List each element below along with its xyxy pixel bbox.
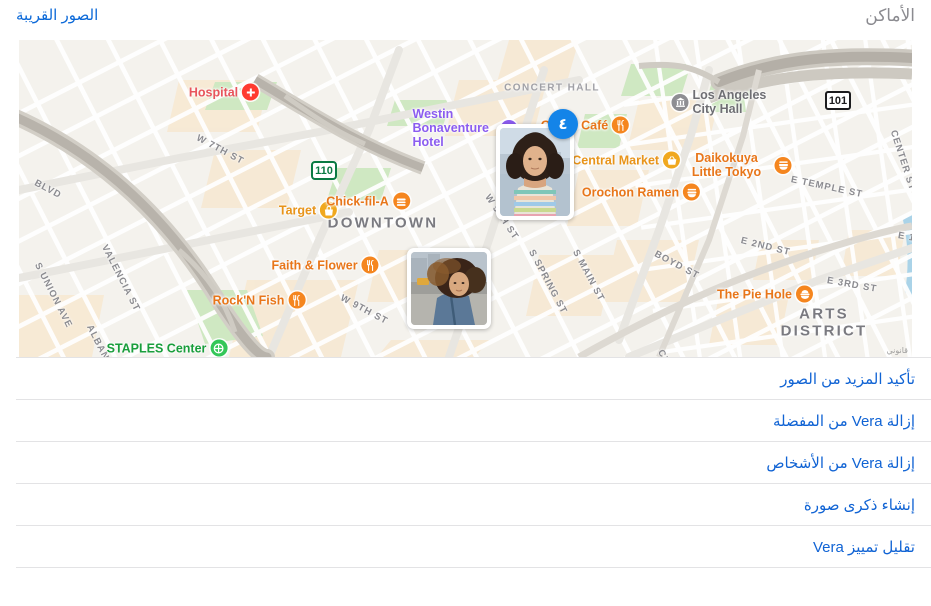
highway-shield-110: 110	[311, 161, 337, 180]
highway-shield-label: 101	[828, 94, 848, 107]
poi-label: Rock'N Fish	[212, 293, 285, 307]
action-label: تقليل تمييز Vera	[813, 538, 915, 556]
action-label: إزالة Vera من المفضلة	[772, 412, 915, 430]
area-label: CONCERT HALL	[504, 83, 600, 94]
poi-label: STAPLES Center	[106, 341, 207, 355]
stadium-icon	[210, 339, 228, 357]
photo-thumbnail-denim-jacket[interactable]	[407, 248, 491, 329]
poi-label: The Pie Hole	[716, 287, 793, 301]
poi-label: Daikokuya Little Tokyo	[691, 151, 762, 179]
poi-orochon-ramen[interactable]: Orochon Ramen	[581, 183, 701, 201]
poi-label: Faith & Flower	[271, 258, 358, 272]
fork-knife-icon	[612, 116, 630, 134]
action-row-remove-from-favorites[interactable]: إزالة Vera من المفضلة	[0, 400, 931, 441]
fork-knife-icon	[288, 291, 306, 309]
fork-knife-icon	[361, 256, 379, 274]
header: الأماكن الصور القريبة	[0, 0, 931, 40]
poi-label: Westin Bonaventure Hotel	[412, 107, 489, 149]
ramen-icon	[683, 183, 701, 201]
poi-los-angeles-city-hall[interactable]: Los Angeles City Hall	[671, 88, 775, 116]
action-list: تأكيد المزيد من الصور إزالة Vera من المفض…	[0, 357, 931, 568]
pie-icon	[796, 285, 814, 303]
highway-shield-label: 110	[315, 164, 333, 177]
photo-image	[500, 128, 570, 216]
sandwich-icon	[392, 192, 410, 210]
action-label: إنشاء ذكرى صورة	[803, 496, 915, 514]
action-row-create-photo-memory[interactable]: إنشاء ذكرى صورة	[0, 484, 931, 525]
poi-label: Chick-fil-A	[326, 194, 389, 208]
highway-shield-101: 101	[825, 91, 851, 110]
poi-faith-flower[interactable]: Faith & Flower	[271, 256, 379, 274]
map-attribution[interactable]: قانوني	[886, 346, 908, 355]
action-label: إزالة Vera من الأشخاص	[766, 454, 915, 472]
area-label-line: ARTS	[799, 305, 849, 323]
poi-daikokuya-little-tokyo[interactable]: Daikokuya Little Tokyo	[683, 151, 792, 179]
area-label-line: DISTRICT	[780, 322, 868, 339]
action-row-remove-from-people[interactable]: إزالة Vera من الأشخاص	[0, 442, 931, 483]
poi-the-pie-hole[interactable]: The Pie Hole	[716, 285, 814, 303]
poi-label: Los Angeles City Hall	[692, 88, 767, 116]
poi-rock-n-fish[interactable]: Rock'N Fish	[212, 291, 306, 309]
area-label-line: DOWNTOWN	[327, 214, 439, 232]
area-label-line: CONCERT HALL	[504, 82, 600, 94]
photo-count-badge-label: ٤	[558, 116, 568, 133]
list-divider	[16, 567, 931, 568]
photo-image	[411, 252, 487, 325]
poi-label: Hospital	[188, 85, 239, 99]
poi-chick-fil-a[interactable]: Chick-fil-A	[326, 192, 410, 210]
poi-staples-center[interactable]: STAPLES Center	[106, 339, 228, 357]
basket-icon	[663, 151, 681, 169]
area-label: DOWNTOWN	[328, 215, 439, 232]
hospital-icon	[242, 83, 260, 101]
places-photo-detail-page: الأماكن الصور القريبة W 7TH ST S UNION A…	[0, 0, 931, 606]
photo-count-badge[interactable]: ٤	[548, 109, 578, 139]
action-row-feature-less[interactable]: تقليل تمييز Vera	[0, 526, 931, 567]
poi-hospital[interactable]: Hospital	[188, 83, 260, 101]
action-row-confirm-more-photos[interactable]: تأكيد المزيد من الصور	[0, 358, 931, 399]
poi-label: Orochon Ramen	[581, 185, 680, 199]
map-view[interactable]: W 7TH STS UNION AVEVALENCIA STALBANY STB…	[19, 40, 912, 357]
page-title: الأماكن	[865, 6, 915, 25]
ramen-icon	[774, 156, 792, 174]
nearby-photos-link[interactable]: الصور القريبة	[16, 6, 98, 24]
action-label: تأكيد المزيد من الصور	[780, 370, 915, 388]
landmark-icon	[671, 93, 689, 111]
poi-label: Target	[278, 203, 317, 217]
area-label: ARTS DISTRICT	[780, 305, 868, 340]
